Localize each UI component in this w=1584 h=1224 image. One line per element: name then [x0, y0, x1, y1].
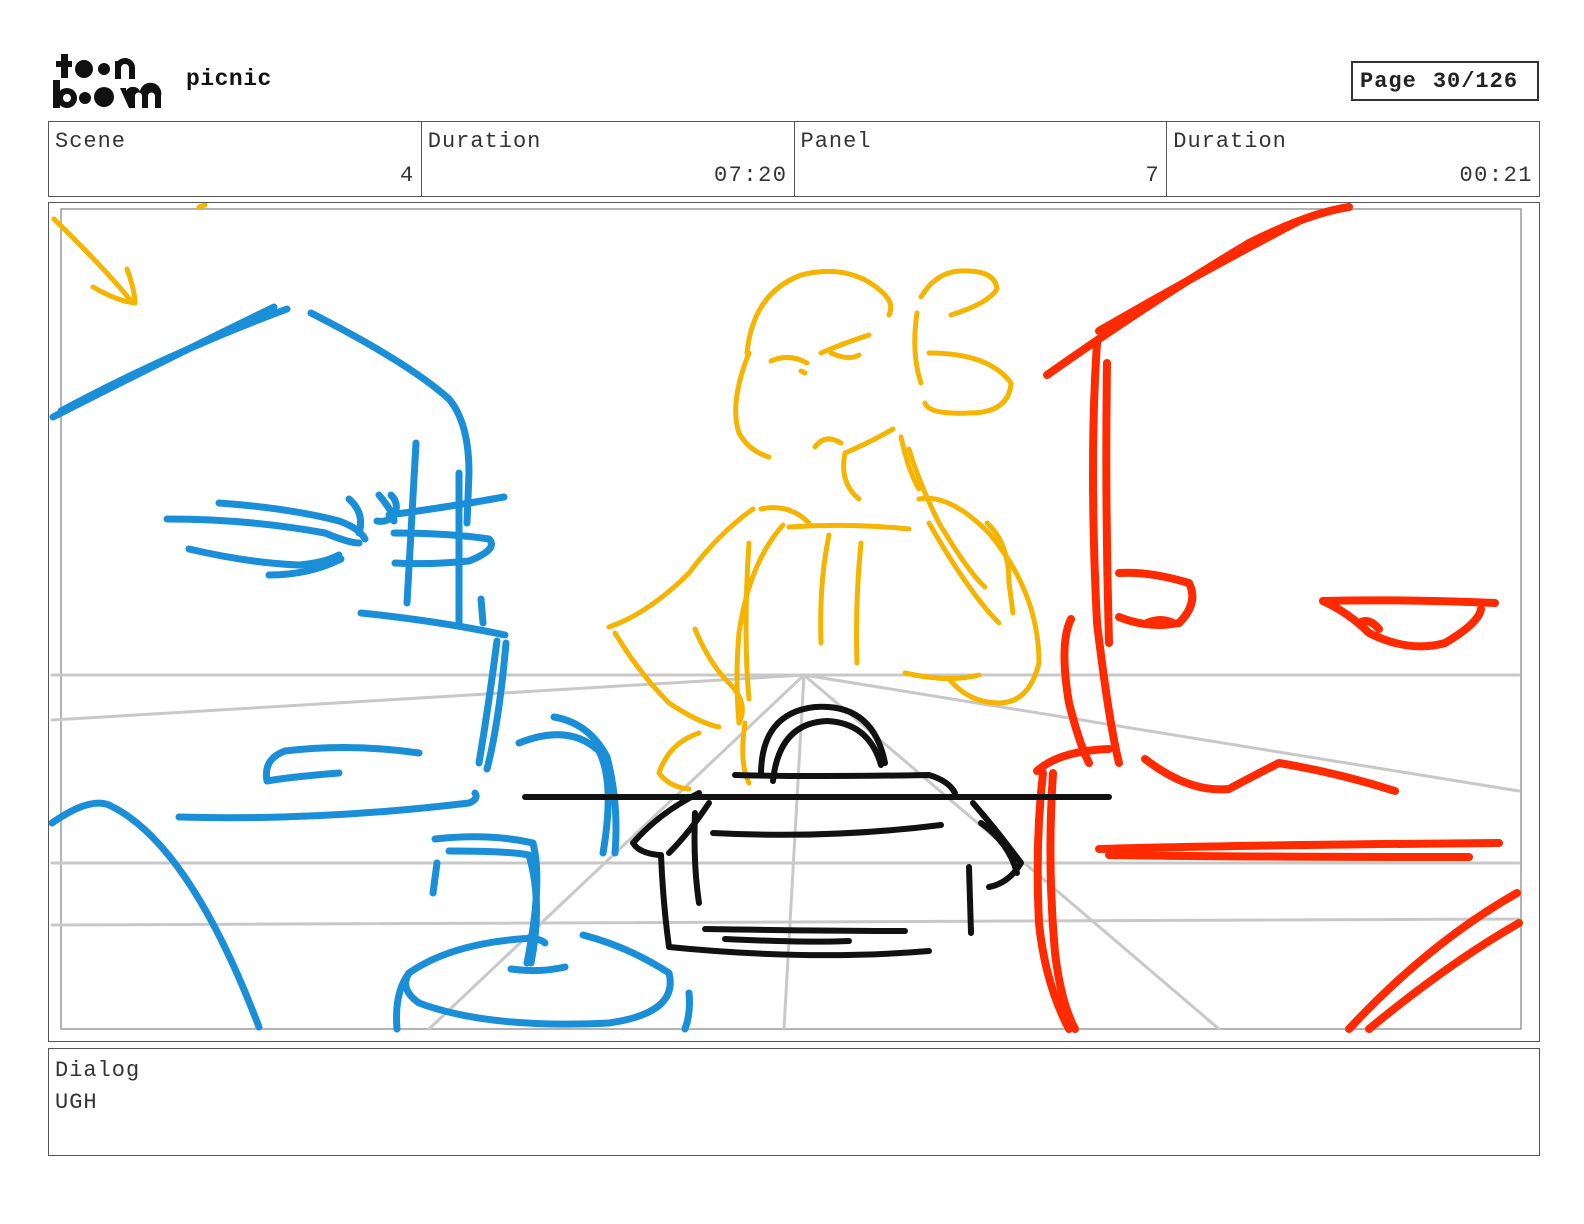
panel-value: 7	[1145, 163, 1161, 188]
panel-duration-value: 00:21	[1459, 163, 1533, 188]
panel-info-bar: Scene 4 Duration 07:20 Panel 7 Duration …	[48, 121, 1540, 197]
panel-image-frame	[48, 202, 1540, 1042]
perspective-guides	[50, 673, 1521, 1031]
panel-duration-label: Duration	[1173, 129, 1287, 154]
panel-label: Panel	[800, 129, 872, 154]
character-left-sketch	[49, 303, 693, 1033]
page-label: Page	[1360, 68, 1417, 94]
arrow-icon	[51, 203, 208, 306]
scene-label: Scene	[55, 129, 127, 154]
scene-cell: Scene 4	[49, 122, 422, 196]
dialog-box: Dialog UGH	[48, 1048, 1540, 1156]
toon-boom-logo	[53, 54, 162, 108]
panel-cell: Panel 7	[795, 122, 1168, 196]
scene-duration-label: Duration	[427, 129, 542, 154]
page-number: 30/126	[1432, 68, 1519, 94]
storyboard-sketch	[49, 203, 1523, 1033]
character-middle-sketch	[606, 268, 1042, 792]
panel-duration-cell: Duration 00:21	[1167, 122, 1539, 196]
scene-value: 4	[400, 163, 415, 188]
page-indicator: Page 30/126	[1351, 61, 1539, 101]
scene-duration-cell: Duration 07:20	[422, 122, 795, 196]
character-right-sketch	[1033, 203, 1523, 1033]
scene-duration-value: 07:20	[713, 163, 788, 188]
project-name: picnic	[186, 66, 272, 92]
dialog-label: Dialog	[55, 1058, 141, 1083]
dialog-text: UGH	[55, 1090, 98, 1115]
